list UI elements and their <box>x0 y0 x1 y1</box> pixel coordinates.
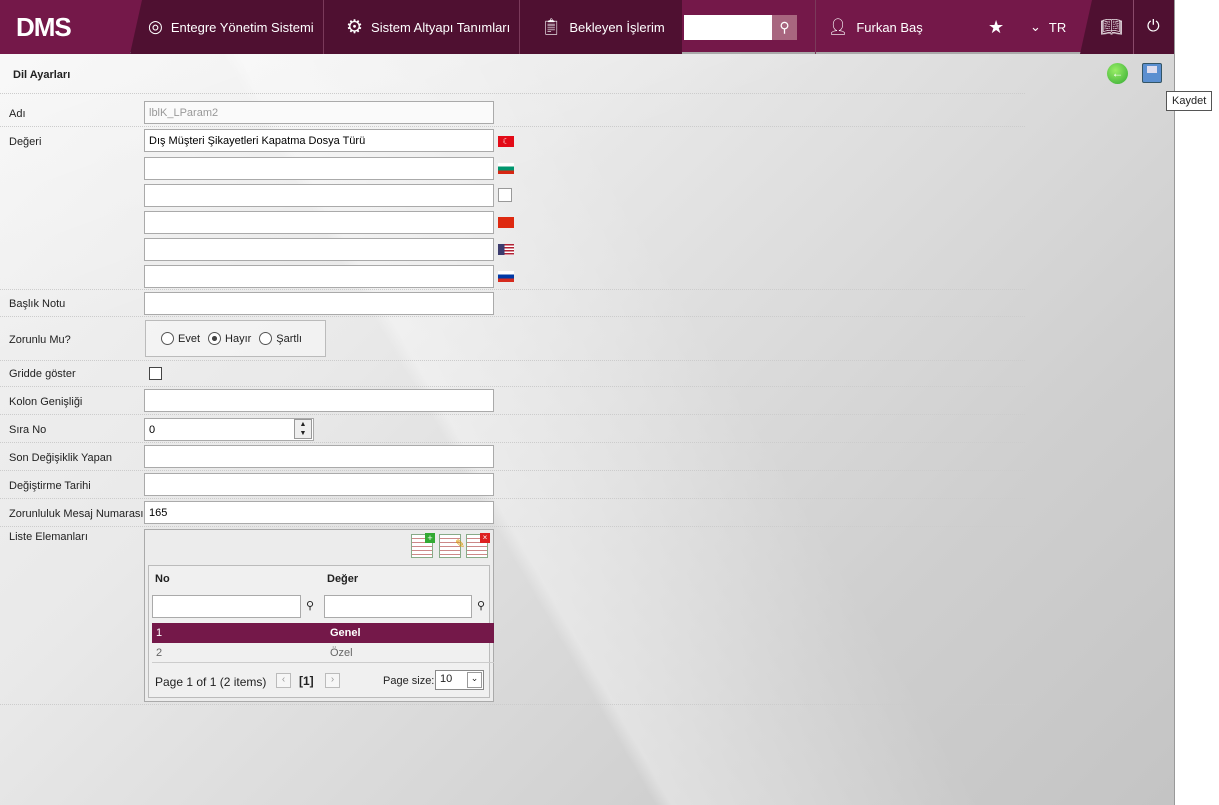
next-page-button[interactable]: › <box>325 673 340 688</box>
required-radio-group: Evet Hayır Şartlı <box>145 320 326 357</box>
value-tr-field[interactable] <box>144 129 494 152</box>
flag-cn-icon <box>498 217 514 228</box>
gear-icon: ⚙ <box>346 16 364 38</box>
radio-hayir[interactable]: Hayır <box>208 332 251 345</box>
nav-sistem[interactable]: ⚙ Sistem Altyapı Tanımları <box>346 0 510 54</box>
grid-show-checkbox[interactable] <box>149 367 162 380</box>
chevron-down-icon: ⌄ <box>467 672 482 688</box>
book-icon: 📖︎ <box>1100 16 1123 37</box>
add-row-icon[interactable]: + <box>411 533 435 558</box>
save-tooltip: Kaydet <box>1166 91 1213 111</box>
flag-bg-icon <box>498 163 514 174</box>
name-field[interactable] <box>144 101 494 124</box>
column-header-no[interactable]: No <box>155 573 170 585</box>
modified-by-field[interactable] <box>144 445 494 468</box>
top-bar: DMS ◎ Entegre Yönetim Sistemi ⚙ Sistem Alt… <box>0 0 1174 54</box>
flag-tr-icon: ☾ <box>498 136 514 147</box>
page-title: Dil Ayarları <box>13 69 71 81</box>
flag-us-icon <box>498 244 514 255</box>
search-icon: ⚲ <box>779 19 790 35</box>
value-cn-field[interactable] <box>144 211 494 234</box>
value-en-field[interactable] <box>144 238 494 261</box>
manual-button[interactable]: 📖︎ <box>1100 0 1123 54</box>
filter-value-input[interactable] <box>324 595 472 618</box>
floppy-disk-icon <box>1147 66 1157 73</box>
table-row[interactable]: 2 Özel <box>152 643 494 663</box>
table-row[interactable]: 1 Genel <box>152 623 494 643</box>
logout-button[interactable]: ⏻ <box>1147 0 1160 54</box>
chevron-down-icon[interactable]: ▼ <box>295 429 311 438</box>
filter-value-icon[interactable]: ⚲ <box>477 599 485 612</box>
search-button[interactable]: ⚲ <box>772 15 797 40</box>
value-bg-field[interactable] <box>144 157 494 180</box>
current-page[interactable]: [1] <box>299 674 314 688</box>
chevron-up-icon[interactable]: ▲ <box>295 420 311 429</box>
prev-page-button[interactable]: ‹ <box>276 673 291 688</box>
column-width-field[interactable] <box>144 389 494 412</box>
order-field[interactable] <box>144 418 314 441</box>
value-ru-field[interactable] <box>144 265 494 288</box>
nav-bekleyen[interactable]: 📋︎ Bekleyen İşlerim <box>541 0 665 54</box>
favorites-button[interactable]: ★ <box>988 0 1004 54</box>
chevron-down-icon: ⌄ <box>1030 19 1041 34</box>
language-select[interactable]: ⌄ TR <box>1030 0 1066 54</box>
user-icon: 👤︎ <box>828 19 849 36</box>
column-header-value[interactable]: Değer <box>327 573 358 585</box>
filter-no-input[interactable] <box>152 595 301 618</box>
filter-no-icon[interactable]: ⚲ <box>306 599 314 612</box>
nav-entegre[interactable]: ◎ Entegre Yönetim Sistemi <box>148 0 314 54</box>
order-stepper[interactable]: ▲ ▼ <box>294 419 312 439</box>
user-menu[interactable]: 👤︎ Furkan Baş <box>828 0 923 54</box>
q-logo-icon: ◎ <box>148 17 163 36</box>
delete-row-icon[interactable]: × <box>466 533 490 558</box>
title-note-field[interactable] <box>144 292 494 315</box>
star-icon: ★ <box>988 16 1005 37</box>
edit-row-icon[interactable]: ✎ <box>439 534 465 558</box>
message-number-field[interactable] <box>144 501 494 524</box>
back-button[interactable]: ← <box>1107 63 1128 84</box>
page-size-select[interactable]: 10 ⌄ <box>435 670 484 690</box>
modified-date-field[interactable] <box>144 473 494 496</box>
search-input[interactable] <box>684 15 772 40</box>
broken-flag-icon <box>498 188 512 202</box>
arrow-left-icon: ← <box>1111 66 1124 80</box>
radio-sartli[interactable]: Şartlı <box>259 332 302 345</box>
list-items-grid: + ✎ × No Değer ⚲ ⚲ 1 Genel 2 Özel Page 1… <box>144 529 494 702</box>
save-button[interactable] <box>1142 63 1162 83</box>
app-window: DMS ◎ Entegre Yönetim Sistemi ⚙ Sistem Alt… <box>0 0 1175 805</box>
pager-summary: Page 1 of 1 (2 items) <box>155 675 267 689</box>
clipboard-icon: 📋︎ <box>541 19 562 36</box>
dms-logo[interactable]: DMS <box>16 12 72 43</box>
value-lang3-field[interactable] <box>144 184 494 207</box>
radio-evet[interactable]: Evet <box>161 332 200 345</box>
flag-ru-icon <box>498 271 514 282</box>
grid-table: No Değer ⚲ ⚲ 1 Genel 2 Özel Page 1 of 1 … <box>148 565 494 698</box>
power-icon: ⏻ <box>1147 18 1160 35</box>
